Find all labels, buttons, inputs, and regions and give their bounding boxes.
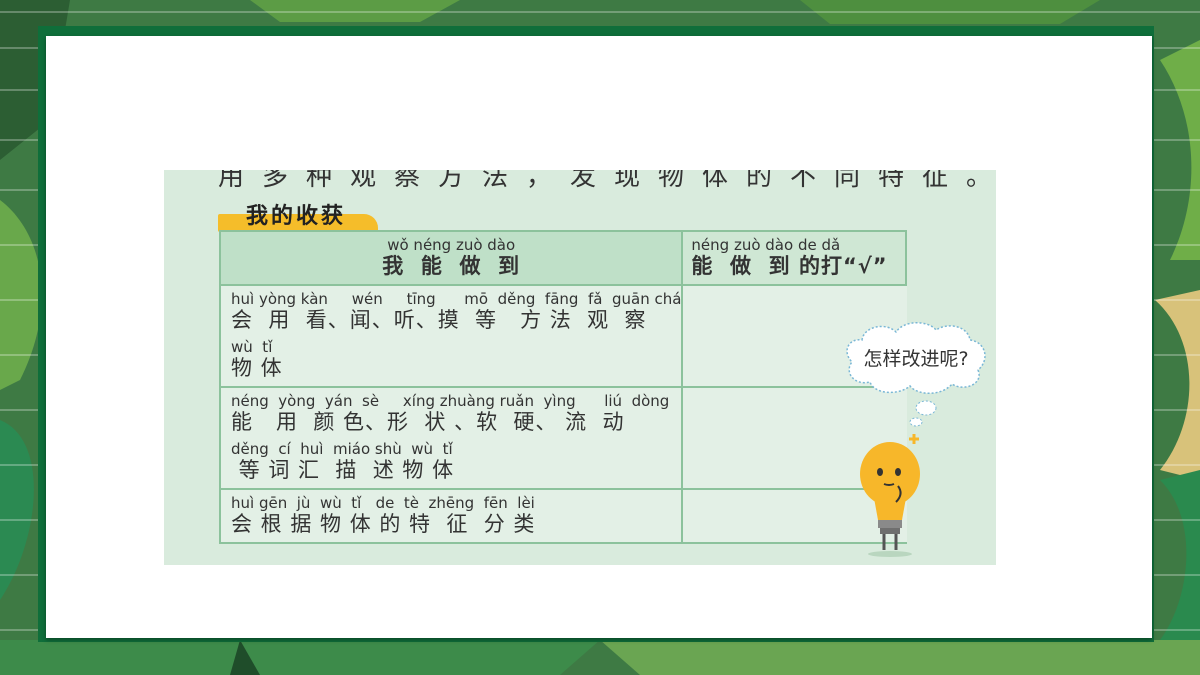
row-1-line-2-hanzi: 物 体: [231, 356, 283, 380]
row-3-text: huì gēn jù wù tǐ de tè zhēng fēn lèi 会 根…: [218, 488, 684, 544]
header-right-hanzi: 能 做 到 的打“√”: [691, 254, 888, 278]
section-banner-title: 我的收获: [246, 204, 347, 229]
header-left-hanzi: 我 能 做 到: [382, 254, 521, 278]
header-right-pinyin: néng zuò dào de dǎ: [691, 236, 841, 254]
row-2-line-1-hanzi: 能 用 颜 色、形 状 、软 硬、 流 动: [231, 410, 625, 434]
header-cell-can-do: wǒ néng zuò dào 我 能 做 到: [218, 230, 684, 286]
thought-bubble-text: 怎样改进呢?: [863, 348, 968, 370]
table-row: huì gēn jù wù tǐ de tè zhēng fēn lèi 会 根…: [218, 488, 907, 544]
row-1-line-2-pinyin: wù tǐ: [231, 338, 273, 356]
table-row: huì yòng kàn wén tīng mō děng fāng fǎ gu…: [218, 284, 907, 388]
row-2-line-2-hanzi: 等 词 汇 描 述 物 体: [231, 458, 455, 482]
row-1-line-1-pinyin: huì yòng kàn wén tīng mō děng fāng fǎ gu…: [231, 290, 682, 308]
row-2-text: néng yòng yán sè xíng zhuàng ruǎn yìng l…: [218, 386, 684, 490]
cropped-text-line: 用多种观察方法，发现物体的不同特征。: [218, 170, 996, 192]
row-3-line-1-pinyin: huì gēn jù wù tǐ de tè zhēng fēn lèi: [231, 494, 535, 512]
row-2-line-2-pinyin: děng cí huì miáo shù wù tǐ: [231, 440, 453, 458]
table-row: néng yòng yán sè xíng zhuàng ruǎn yìng l…: [218, 386, 907, 490]
header-left-pinyin: wǒ néng zuò dào: [387, 236, 516, 254]
row-1-text: huì yòng kàn wén tīng mō děng fāng fǎ gu…: [218, 284, 684, 388]
self-assessment-table: wǒ néng zuò dào 我 能 做 到 néng zuò dào de …: [218, 230, 907, 544]
row-3-line-1-hanzi: 会 根 据 物 体 的 特 征 分 类: [231, 512, 536, 536]
lightbulb-mascot-icon: [860, 434, 920, 557]
table-header-row: wǒ néng zuò dào 我 能 做 到 néng zuò dào de …: [218, 230, 907, 286]
thought-dots: [909, 400, 937, 427]
row-2-line-1-pinyin: néng yòng yán sè xíng zhuàng ruǎn yìng l…: [231, 392, 670, 410]
row-1-line-1-hanzi: 会 用 看、闻、听、摸 等 方 法 观 察: [231, 308, 647, 332]
header-cell-check: néng zuò dào de dǎ 能 做 到 的打“√”: [681, 230, 907, 286]
thought-bubble: 怎样改进呢?: [846, 322, 986, 394]
textbook-image: 用多种观察方法，发现物体的不同特征。 我的收获 wǒ néng zuò dào …: [164, 170, 996, 565]
